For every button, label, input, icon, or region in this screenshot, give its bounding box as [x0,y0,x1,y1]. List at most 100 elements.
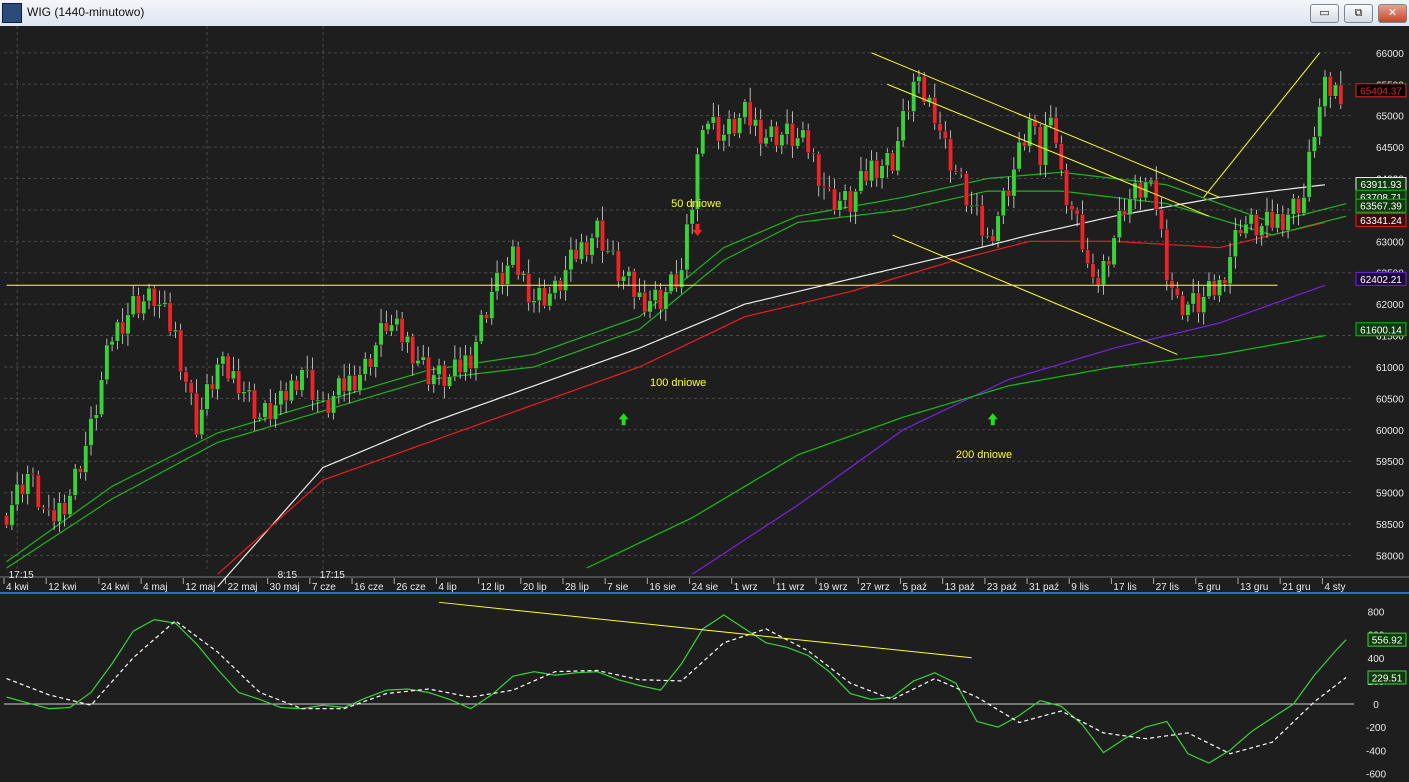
maximize-button[interactable]: ⧉ [1344,4,1373,23]
candle-up [895,140,901,172]
candle-down [252,389,257,420]
candle-up [25,473,31,495]
candle-down [932,97,938,124]
candle-down [410,335,416,365]
y-tick-label: 60500 [1376,394,1404,405]
candle-down [484,314,489,319]
candle-up [357,374,363,391]
candle-up [663,291,669,310]
candle-up [246,389,252,392]
candle-down [1090,263,1096,278]
candle-up [172,329,178,332]
candle-up [552,280,558,294]
candle-down [526,273,532,303]
time-label: 17:15 [9,570,34,581]
candle-down [194,392,199,436]
candle-up [626,270,632,277]
osc-y-tick-label: -200 [1366,723,1386,734]
candle-down [183,371,189,383]
x-tick-label: 11 wrz [776,582,805,593]
candle-down [942,130,948,139]
candle-down [826,187,832,190]
candle-down [46,508,52,511]
candle-up [415,360,421,365]
candle-up [1227,256,1233,284]
x-tick-label: 4 kwi [6,582,29,593]
candle-down [990,235,996,242]
x-tick-label: 19 wrz [818,582,847,593]
candle-up [447,376,453,387]
candle-down [1327,76,1333,97]
candle-up [1333,84,1338,97]
minimize-button[interactable]: ▭ [1310,4,1339,23]
candle-up [1264,211,1270,227]
candle-down [811,152,816,155]
candle-up [304,369,310,371]
candle-up [331,395,336,414]
osc-y-tick-label: -600 [1366,769,1386,780]
candle-down [1106,260,1112,266]
candle-up [668,273,674,292]
candle-up [995,215,1001,242]
candle-down [225,355,231,380]
candle-down [294,379,300,391]
candle-up [547,292,553,307]
candle-up [610,250,616,252]
candle-down [874,160,880,179]
candle-up [215,363,220,390]
candle-up [521,273,526,276]
candle-up [1306,151,1312,198]
chart-area[interactable]: 5800058500590005950060000605006100061500… [0,26,1409,782]
candle-up [473,341,479,369]
candle-up [837,200,843,211]
y-tick-label: 59000 [1376,489,1404,500]
candle-down [368,358,373,368]
candle-up [884,152,890,166]
candle-up [647,300,653,313]
candle-up [257,417,263,420]
close-button[interactable]: ✕ [1378,4,1407,23]
x-tick-label: 20 lip [523,582,547,593]
candle-up [114,321,120,342]
candle-up [347,375,352,392]
candle-down [631,270,637,298]
candle-up [1317,106,1323,137]
y-tick-label: 61000 [1376,363,1404,374]
candle-down [20,483,25,495]
candle-down [399,318,405,343]
candle-up [494,272,500,292]
x-tick-label: 31 paź [1029,582,1059,593]
candle-up [241,391,247,394]
candle-up [753,119,758,127]
candle-up [315,399,321,402]
candle-down [805,129,811,153]
candle-up [320,399,326,402]
candle-down [1238,229,1244,234]
candle-up [56,502,62,523]
candle-down [1122,210,1128,216]
app-icon[interactable] [2,3,22,23]
osc-value-label: 556.92 [1372,636,1403,647]
osc-y-tick-label: 800 [1368,608,1385,619]
candle-up [869,160,874,182]
x-tick-label: 5 paź [902,582,926,593]
candle-up [536,287,542,301]
candle-up [1217,279,1222,296]
candle-up [1011,168,1017,197]
candle-down [658,289,663,310]
candle-up [589,237,595,256]
candle-up [389,324,394,332]
x-tick-label: 5 gru [1198,582,1221,593]
candle-down [542,287,547,307]
candle-up [916,76,922,82]
candle-up [463,354,468,373]
candle-up [1285,214,1291,231]
candle-up [83,445,89,473]
candle-up [1043,125,1048,166]
candle-down [1006,190,1011,197]
time-label: 17:15 [320,570,345,581]
candle-up [146,287,152,302]
candle-down [1069,205,1075,211]
title-bar[interactable]: WIG (1440-minutowo) ▭ ⧉ ✕ [0,0,1409,27]
candle-up [800,129,806,139]
